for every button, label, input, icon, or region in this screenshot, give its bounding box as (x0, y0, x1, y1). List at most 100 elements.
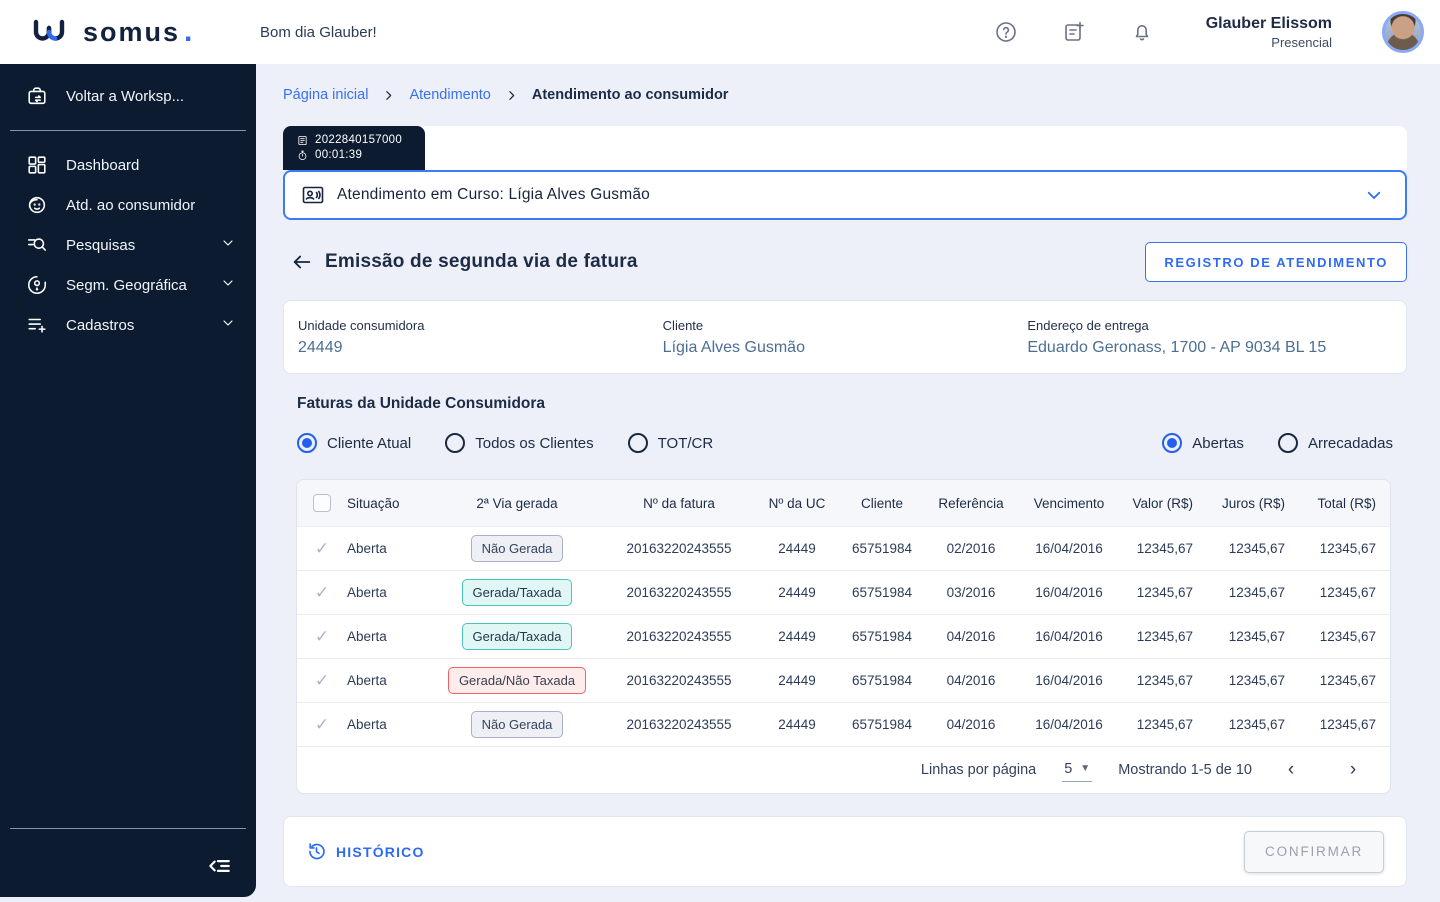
registro-atendimento-button[interactable]: REGISTRO DE ATENDIMENTO (1145, 242, 1407, 282)
valor-cell: 12345,67 (1136, 717, 1193, 732)
breadcrumb-item[interactable]: Página inicial (283, 87, 368, 103)
info-value: Lígia Alves Gusmão (662, 338, 805, 356)
table-row[interactable]: ✓ Aberta Gerada/Taxada 20163220243555 24449 6… (297, 570, 1390, 614)
column-header: Valor (R$) (1132, 495, 1193, 511)
client-filter-radio[interactable]: Cliente Atual (297, 433, 411, 453)
confirmar-button[interactable]: CONFIRMAR (1244, 830, 1384, 873)
chevron-down-icon[interactable] (1365, 186, 1383, 204)
radio-label: Arrecadadas (1307, 434, 1393, 452)
sidebar-item-pesquisas[interactable]: Pesquisas (0, 225, 256, 265)
row-select-cell: ✓ (297, 583, 347, 603)
row-select-cell: ✓ (297, 671, 347, 691)
column-header: Vencimento (1033, 495, 1105, 511)
breadcrumb: Página inicial Atendimento Atendimento ao … (283, 87, 1407, 103)
breadcrumb-item[interactable]: Atendimento (409, 87, 490, 103)
column-header: Cliente (860, 495, 904, 511)
check-icon: ✓ (314, 538, 330, 558)
session-tab[interactable]: 2022840157000 00:01:39 (283, 126, 425, 170)
brand-logo: SOMUS . (0, 15, 256, 49)
radio-label: Abertas (1192, 434, 1244, 452)
situacao-cell: Aberta (347, 541, 387, 556)
attendance-in-progress-panel[interactable]: Atendimento em Curso: Lígia Alves Gusmão (283, 170, 1407, 220)
client-filter-radio[interactable]: TOT/CR (627, 433, 713, 453)
chevron-right-icon (382, 89, 395, 102)
valor-cell: 12345,67 (1136, 673, 1193, 688)
cliente-cell: 65751984 (851, 585, 913, 600)
previous-page-icon[interactable]: ‹ (1278, 757, 1304, 783)
sidebar-item-segm-geografica[interactable]: Segm. Geográfica (0, 265, 256, 305)
sidebar-item-atd-consumidor[interactable]: Atd. ao consumidor (0, 185, 256, 225)
sidebar-item-dashboard[interactable]: Dashboard (0, 145, 256, 185)
page-title: Emissão de segunda via de fatura (325, 251, 638, 272)
info-field-endereco: Endereço de entrega Eduardo Geronass, 17… (1027, 318, 1392, 357)
via-gerada-badge: Gerada/Taxada (461, 579, 573, 606)
client-filter-radio[interactable]: Todos os Clientes (445, 433, 594, 453)
sidebar-collapse-icon[interactable] (206, 853, 232, 879)
note-add-icon[interactable] (1062, 20, 1086, 44)
fatura-cell: 20163220243555 (626, 673, 732, 688)
historico-button[interactable]: HISTÓRICO (306, 841, 425, 862)
fatura-cell: 20163220243555 (626, 717, 732, 732)
vencimento-cell: 16/04/2016 (1035, 673, 1103, 688)
bell-icon[interactable] (1130, 20, 1154, 44)
chevron-down-icon[interactable] (220, 315, 236, 335)
avatar[interactable] (1382, 11, 1424, 53)
vencimento-cell: 16/04/2016 (1035, 541, 1103, 556)
history-icon (309, 843, 325, 860)
status-filter-radio[interactable]: Arrecadadas (1277, 433, 1393, 453)
radio-unselected-icon[interactable] (1277, 433, 1298, 453)
radio-selected-icon[interactable] (297, 433, 317, 453)
info-value: 24449 (298, 338, 343, 356)
radio-unselected-icon[interactable] (627, 433, 648, 453)
sidebar-nav: Dashboard Atd. ao consumidor Pesquisas Segm… (0, 145, 256, 345)
session-timer: 00:01:39 (315, 149, 363, 161)
info-value: Eduardo Geronass, 1700 - AP 9034 BL 15 (1027, 338, 1327, 356)
column-header: Referência (938, 495, 1004, 511)
valor-cell: 12345,67 (1136, 585, 1193, 600)
page-size-value: 5 (1064, 760, 1073, 777)
via-gerada-badge: Gerada/Taxada (461, 623, 573, 650)
table-row[interactable]: ✓ Aberta Não Gerada 20163220243555 24449 6575… (297, 702, 1390, 746)
situacao-cell: Aberta (347, 585, 387, 600)
vencimento-cell: 16/04/2016 (1035, 585, 1103, 600)
table-header-row: Situação 2ª Via gerada Nº da fatura Nº da U… (297, 480, 1390, 526)
sidebar-item-label: Cadastros (66, 316, 135, 334)
total-cell: 12345,67 (1319, 541, 1376, 556)
next-page-icon[interactable]: › (1340, 757, 1366, 783)
total-cell: 12345,67 (1319, 629, 1376, 644)
back-arrow-icon[interactable] (291, 251, 313, 273)
vencimento-cell: 16/04/2016 (1035, 629, 1103, 644)
vencimento-cell: 16/04/2016 (1035, 717, 1103, 732)
column-header: 2ª Via gerada (476, 495, 558, 511)
consumer-icon (26, 194, 48, 216)
row-select-cell: ✓ (297, 627, 347, 647)
fatura-cell: 20163220243555 (626, 629, 732, 644)
uc-cell: 24449 (778, 673, 816, 688)
row-select-cell: ✓ (297, 715, 347, 735)
invoices-table: Situação 2ª Via gerada Nº da fatura Nº da U… (296, 479, 1391, 794)
table-row[interactable]: ✓ Aberta Gerada/Não Taxada 20163220243555 24… (297, 658, 1390, 702)
sidebar-divider (10, 130, 246, 131)
brand-dot: . (184, 15, 193, 48)
table-row[interactable]: ✓ Aberta Gerada/Taxada 20163220243555 24449 6… (297, 614, 1390, 658)
referencia-cell: 04/2016 (946, 673, 996, 688)
pagination-bar: Linhas por página 5 ▼ Mostrando 1-5 de 1… (297, 746, 1390, 793)
radio-selected-icon[interactable] (1162, 433, 1183, 453)
main-content: Página inicial Atendimento Atendimento ao … (256, 64, 1440, 902)
cliente-cell: 65751984 (851, 629, 913, 644)
radio-unselected-icon[interactable] (445, 433, 466, 453)
table-row[interactable]: ✓ Aberta Não Gerada 20163220243555 24449 6575… (297, 526, 1390, 570)
chevron-down-icon[interactable] (220, 235, 236, 255)
select-all-checkbox[interactable] (313, 494, 331, 512)
uc-cell: 24449 (778, 629, 816, 644)
status-filter-radio[interactable]: Abertas (1162, 433, 1244, 453)
chevron-down-icon[interactable] (220, 275, 236, 295)
user-info[interactable]: Glauber Elissom Presencial (1206, 15, 1332, 50)
sidebar-item-voltar-workspace[interactable]: Voltar a Worksp... (0, 76, 256, 116)
page-size-select[interactable]: 5 ▼ (1062, 759, 1093, 782)
sidebar-item-label: Dashboard (66, 156, 140, 174)
column-header: Nº da fatura (643, 495, 715, 511)
uc-cell: 24449 (778, 541, 816, 556)
help-icon[interactable] (994, 20, 1018, 44)
sidebar-item-cadastros[interactable]: Cadastros (0, 305, 256, 345)
